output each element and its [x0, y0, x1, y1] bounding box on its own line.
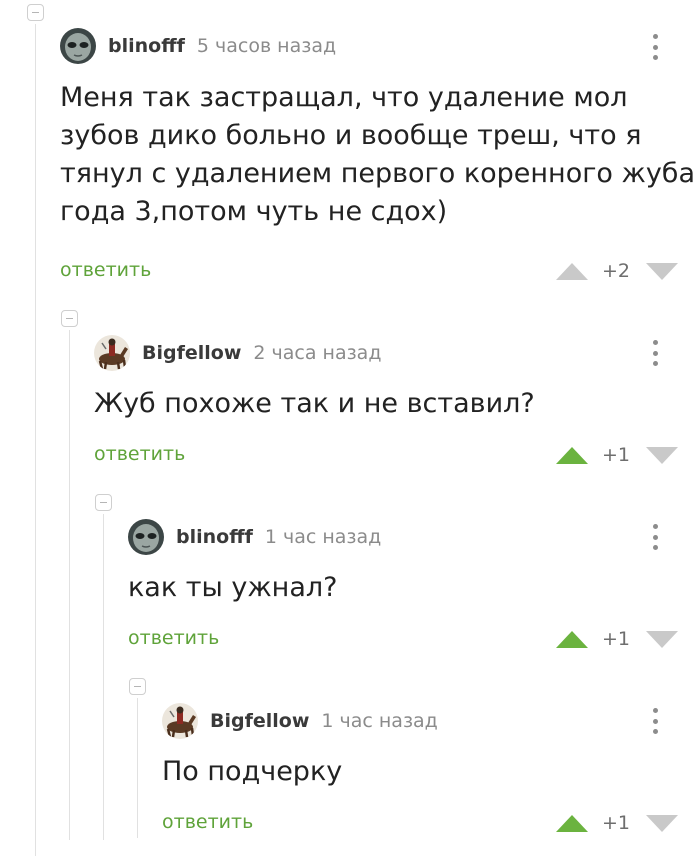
avatar[interactable]	[60, 28, 96, 64]
comment-header: blinofff 1 час назад	[128, 519, 381, 555]
thread-line	[69, 330, 70, 840]
timestamp[interactable]: 1 час назад	[265, 526, 381, 548]
thread-line	[103, 514, 104, 840]
comment-header: Bigfellow 1 час назад	[162, 703, 438, 739]
upvote-icon[interactable]	[555, 262, 588, 280]
comment-text: По подчерку	[162, 753, 342, 791]
timestamp[interactable]: 2 часа назад	[253, 342, 381, 364]
reply-button[interactable]: ответить	[128, 627, 219, 649]
avatar[interactable]	[162, 703, 198, 739]
comment-text: как ты ужнал?	[128, 569, 337, 607]
reply-button[interactable]: ответить	[60, 259, 151, 281]
vote-controls: +2	[555, 260, 678, 282]
avatar[interactable]	[128, 519, 164, 555]
downvote-icon[interactable]	[646, 446, 678, 464]
downvote-icon[interactable]	[646, 814, 678, 832]
username[interactable]: Bigfellow	[210, 710, 309, 732]
comment-text: Меня так застращал, что удаление мол зуб…	[60, 79, 695, 231]
timestamp[interactable]: 5 часов назад	[197, 35, 336, 57]
alien-face-avatar-icon	[128, 519, 164, 555]
comment-text-line: года 3,потом чуть не сдох)	[60, 196, 448, 227]
thread-line	[137, 698, 138, 838]
username[interactable]: Bigfellow	[142, 342, 241, 364]
vote-controls: +1	[555, 628, 678, 650]
comment-text-line: Жуб похоже так и не вставил?	[94, 388, 535, 419]
thread-line	[35, 24, 36, 856]
avatar[interactable]	[94, 335, 130, 371]
upvote-icon[interactable]	[555, 630, 588, 648]
comment-text-line: как ты ужнал?	[128, 572, 338, 603]
username[interactable]: blinofff	[108, 35, 185, 57]
comment-text: Жуб похоже так и не вставил?	[94, 385, 535, 423]
more-options-icon[interactable]	[645, 522, 665, 552]
alien-face-avatar-icon	[60, 28, 96, 64]
comment-text-line: зубов дико больно и вообще треш, что я	[60, 120, 642, 151]
more-options-icon[interactable]	[645, 32, 665, 62]
vote-score: +1	[601, 812, 630, 834]
collapse-button[interactable]	[129, 678, 146, 695]
vote-score: +1	[601, 444, 630, 466]
vote-controls: +1	[555, 444, 678, 466]
horse-rider-avatar-icon	[94, 335, 130, 371]
collapse-button[interactable]	[95, 494, 112, 511]
vote-score: +2	[601, 260, 630, 282]
comment-text-line: По подчерку	[162, 756, 343, 787]
comment-text-line: тянул с удалением первого коренного жуба	[60, 158, 696, 189]
upvote-icon[interactable]	[555, 814, 588, 832]
comment-header: Bigfellow 2 часа назад	[94, 335, 381, 371]
downvote-icon[interactable]	[646, 262, 678, 280]
timestamp[interactable]: 1 час назад	[321, 710, 437, 732]
comment-text-line: Меня так застращал, что удаление мол	[60, 82, 628, 113]
upvote-icon[interactable]	[555, 446, 588, 464]
reply-button[interactable]: ответить	[162, 811, 253, 833]
more-options-icon[interactable]	[645, 338, 665, 368]
downvote-icon[interactable]	[646, 630, 678, 648]
collapse-button[interactable]	[27, 4, 44, 21]
horse-rider-avatar-icon	[162, 703, 198, 739]
vote-score: +1	[601, 628, 630, 650]
vote-controls: +1	[555, 812, 678, 834]
comment-header: blinofff 5 часов назад	[60, 28, 336, 64]
more-options-icon[interactable]	[645, 706, 665, 736]
username[interactable]: blinofff	[176, 526, 253, 548]
collapse-button[interactable]	[61, 310, 78, 327]
reply-button[interactable]: ответить	[94, 443, 185, 465]
